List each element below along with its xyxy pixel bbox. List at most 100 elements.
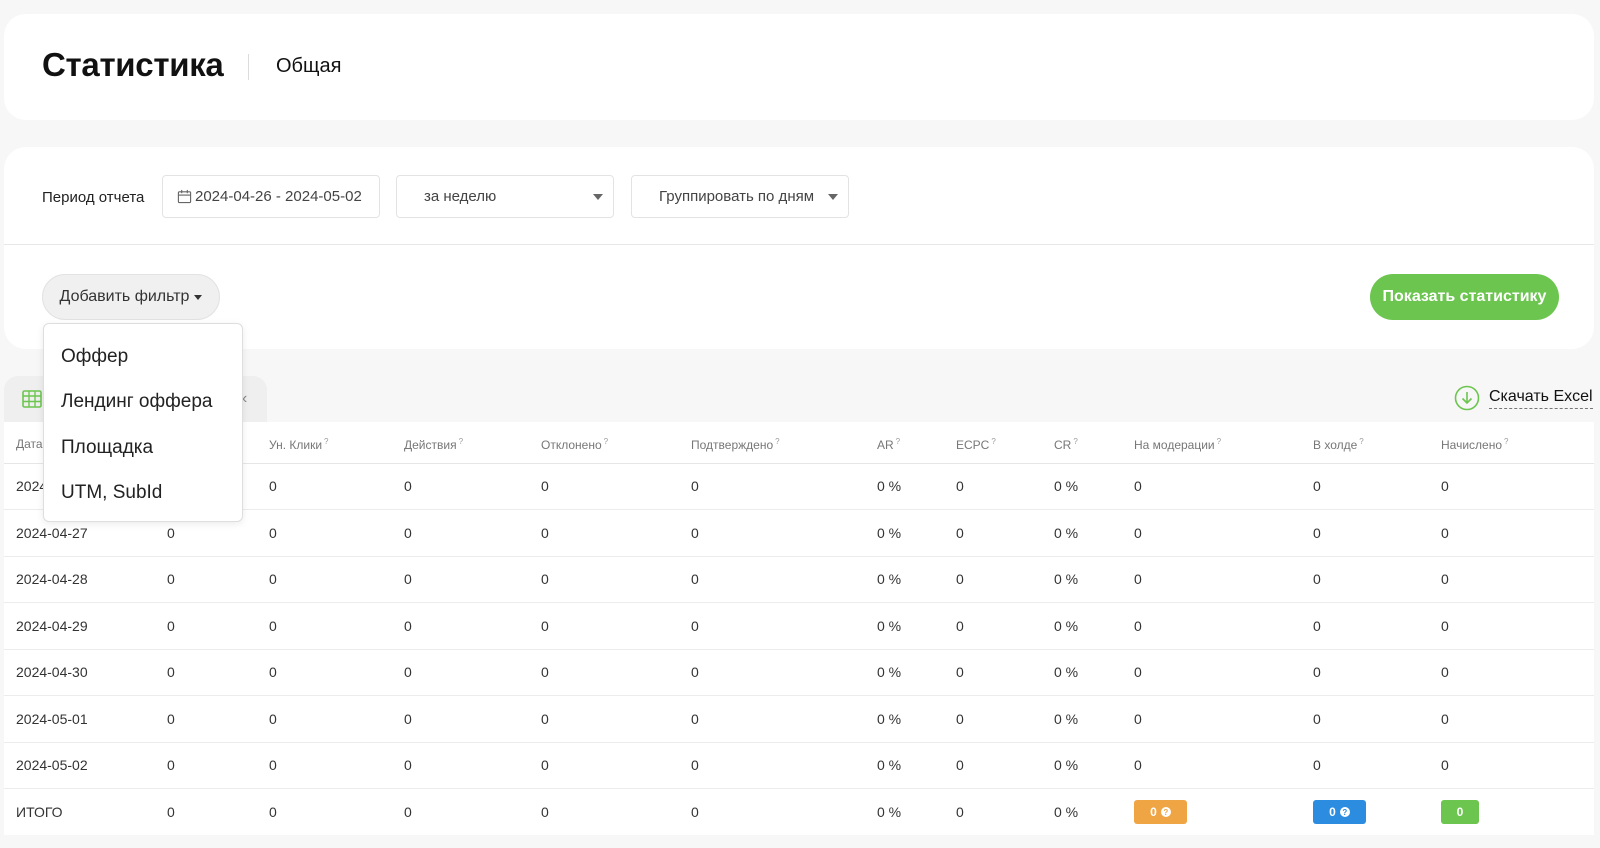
date-range-field[interactable]: 2024-04-26 - 2024-05-02 — [162, 175, 380, 218]
table-cell: 0 — [1441, 695, 1594, 743]
table-cell: 0 — [269, 463, 404, 510]
total-cell: 0 % — [1054, 804, 1079, 820]
add-filter-button[interactable]: Добавить фильтр — [42, 274, 220, 320]
table-cell: 2024-04-30 — [4, 649, 167, 696]
accrued-badge[interactable]: 0 — [1441, 800, 1479, 824]
total-cell: 0 % — [877, 804, 902, 820]
total-cell: 0? — [1313, 789, 1441, 836]
table-cell: 0 % — [1054, 649, 1134, 696]
table-cell: 0 — [541, 695, 691, 743]
table-cell: 0 % — [877, 602, 956, 650]
total-row: ИТОГО 0 0 0 0 0 0 % 0 0 % 0? 0? 0 — [4, 789, 1594, 836]
hold-badge-value: 0 — [1329, 805, 1336, 819]
period-select[interactable]: за неделю — [396, 175, 614, 218]
help-hint-icon[interactable]: ? — [896, 437, 900, 446]
moderation-badge-value: 0 — [1150, 805, 1157, 819]
column-header[interactable]: Начислено? — [1441, 422, 1594, 464]
table-cell: 0 — [541, 649, 691, 696]
table-grid-icon — [22, 390, 42, 408]
table-cell: 0 — [167, 742, 269, 789]
table-cell: 0 — [1313, 463, 1441, 510]
total-cell: 0 — [269, 804, 277, 820]
table-cell: 0 — [1441, 742, 1594, 789]
help-hint-icon[interactable]: ? — [1217, 437, 1221, 446]
table-cell: 0 — [1441, 509, 1594, 557]
filter-card: Период отчета 2024-04-26 - 2024-05-02 за… — [4, 147, 1594, 349]
group-by-select-value: Группировать по дням — [659, 188, 815, 205]
column-header-label: На модерации — [1134, 437, 1215, 452]
column-header[interactable]: AR? — [877, 422, 956, 464]
table-cell: 0 — [541, 463, 691, 510]
help-hint-icon[interactable]: ? — [324, 437, 328, 446]
table-cell: 0 — [1313, 602, 1441, 650]
total-cell: 0 — [956, 804, 964, 820]
total-cell: 0 — [691, 804, 699, 820]
help-hint-icon[interactable]: ? — [775, 437, 779, 446]
help-hint-icon[interactable]: ? — [604, 437, 608, 446]
hold-badge[interactable]: 0? — [1313, 800, 1366, 824]
menu-item-offer[interactable]: Оффер — [44, 334, 242, 380]
column-header[interactable]: На модерации? — [1134, 422, 1313, 464]
help-hint-icon[interactable]: ? — [1504, 437, 1508, 446]
total-cell: 0 — [1441, 789, 1594, 836]
table-cell: 0 % — [1054, 695, 1134, 743]
column-header[interactable]: Отклонено? — [541, 422, 691, 464]
download-excel-label: Скачать Excel — [1489, 388, 1593, 409]
table-cell: 0 — [1134, 649, 1313, 696]
menu-item-offer-landing[interactable]: Лендинг оффера — [44, 380, 242, 426]
help-hint-icon[interactable]: ? — [1359, 437, 1363, 446]
menu-item-utm-subid[interactable]: UTM, SubId — [44, 471, 242, 517]
table-cell: 0 — [269, 742, 404, 789]
period-select-value: за неделю — [424, 188, 497, 205]
total-cell: ИТОГО — [16, 804, 63, 820]
header-card: Статистика Общая — [4, 14, 1594, 120]
table-cell: 0 — [1313, 742, 1441, 789]
calendar-icon — [177, 189, 192, 204]
help-hint-icon[interactable]: ? — [1073, 437, 1077, 446]
table-cell: 0 % — [877, 463, 956, 510]
table-cell: 0 % — [877, 649, 956, 696]
column-header[interactable]: В холде? — [1313, 422, 1441, 464]
table-cell: 0 — [167, 695, 269, 743]
column-header-label: Подтверждено — [691, 437, 774, 452]
table-cell: 0 % — [1054, 602, 1134, 650]
show-statistics-button[interactable]: Показать статистику — [1370, 274, 1559, 320]
column-header[interactable]: Действия? — [404, 422, 541, 464]
table-cell: 0 — [404, 463, 541, 510]
table-cell: 0 % — [877, 695, 956, 743]
download-excel-link[interactable]: Скачать Excel — [1454, 384, 1593, 412]
menu-item-platform[interactable]: Площадка — [44, 425, 242, 471]
column-header-label: ECPC — [956, 437, 990, 452]
table-cell: 0 % — [877, 556, 956, 603]
column-header[interactable]: Подтверждено? — [691, 422, 877, 464]
table-cell: 0 — [691, 602, 877, 650]
table-cell: 0 — [691, 742, 877, 789]
table-cell: 0 — [404, 649, 541, 696]
table-cell: 0 — [1134, 695, 1313, 743]
table-cell: 0 — [1134, 742, 1313, 789]
caret-down-icon — [828, 194, 838, 200]
table-cell: 2024-04-28 — [4, 556, 167, 603]
question-circle-icon: ? — [1339, 807, 1350, 817]
column-header-label: Ун. Клики — [269, 437, 323, 452]
help-hint-icon[interactable]: ? — [991, 437, 995, 446]
caret-down-icon — [194, 294, 203, 300]
table-cell: 0 — [1441, 463, 1594, 510]
table-cell: 0 — [167, 649, 269, 696]
table-cell: 0 — [404, 742, 541, 789]
column-header[interactable]: ECPC? — [956, 422, 1054, 464]
column-header[interactable]: CR? — [1054, 422, 1134, 464]
table-cell: 0 — [1313, 649, 1441, 696]
table-cell: 0 — [691, 649, 877, 696]
table-cell: 2024-04-29 — [4, 602, 167, 650]
table-cell: 0 — [269, 602, 404, 650]
column-header[interactable]: Ун. Клики? — [269, 422, 404, 464]
moderation-badge[interactable]: 0? — [1134, 800, 1187, 824]
table-cell: 0 — [1134, 463, 1313, 510]
help-hint-icon[interactable]: ? — [459, 437, 463, 446]
table-cell: 0 — [269, 695, 404, 743]
table-cell: 0 — [956, 602, 1054, 650]
download-circle-icon — [1454, 385, 1480, 411]
total-cell: 0 — [404, 804, 412, 820]
group-by-select[interactable]: Группировать по дням — [631, 175, 849, 218]
